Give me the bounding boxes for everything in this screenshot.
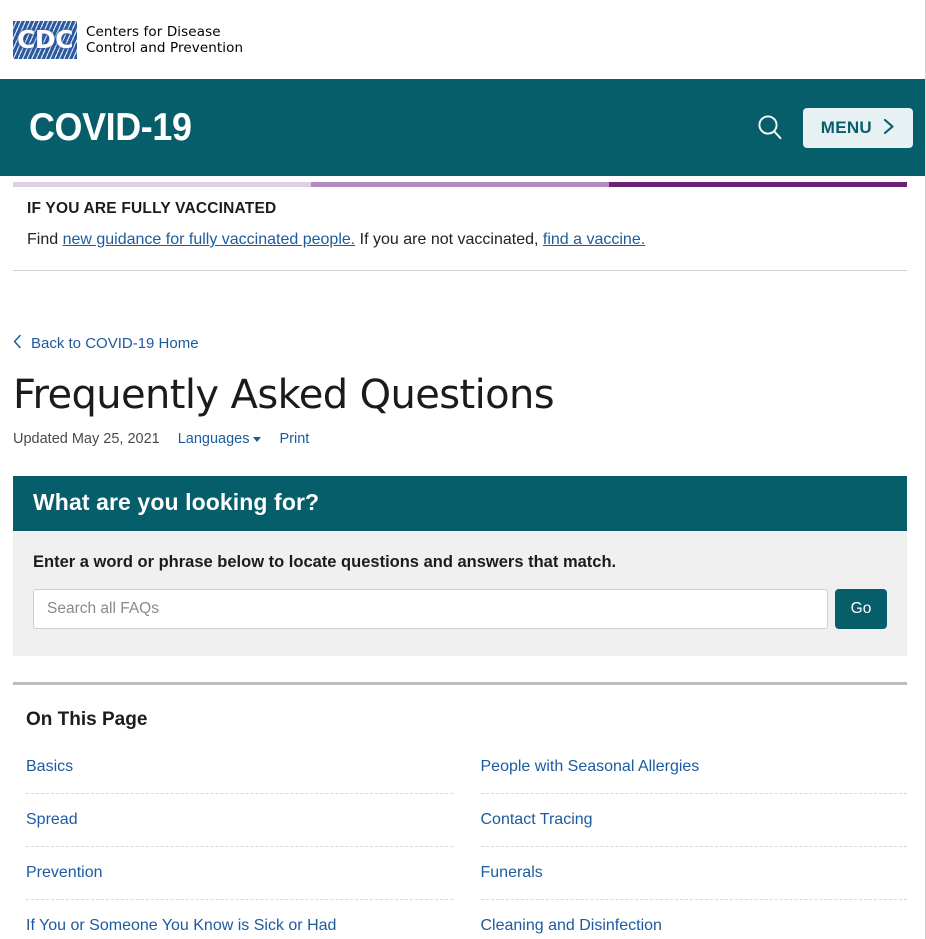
list-item[interactable]: Basics xyxy=(26,741,453,794)
menu-button[interactable]: MENU xyxy=(802,107,913,148)
on-this-page-link[interactable]: Funerals xyxy=(481,864,543,881)
tricolor-segment-3 xyxy=(609,182,907,187)
page-meta-row: Updated May 25, 2021 Languages Print xyxy=(13,431,907,447)
search-panel-instruction: Enter a word or phrase below to locate q… xyxy=(33,553,617,571)
chevron-left-icon xyxy=(13,334,22,352)
on-this-page-link[interactable]: Basics xyxy=(26,758,73,775)
cdc-logo-letters: CDC xyxy=(17,25,73,54)
header-actions: MENU xyxy=(754,107,913,148)
site-title: COVID-19 xyxy=(29,105,192,149)
search-icon[interactable] xyxy=(754,112,786,144)
new-guidance-link[interactable]: new guidance for fully vaccinated people… xyxy=(63,231,356,248)
on-this-page-link[interactable]: Cleaning and Disinfection xyxy=(481,917,662,934)
list-item[interactable]: If You or Someone You Know is Sick or Ha… xyxy=(26,900,453,939)
on-this-page-divider xyxy=(13,682,907,685)
on-this-page-link[interactable]: If You or Someone You Know is Sick or Ha… xyxy=(26,917,336,934)
tricolor-segment-2 xyxy=(311,182,609,187)
search-input[interactable] xyxy=(33,589,828,629)
on-this-page-grid: Basics People with Seasonal Allergies Sp… xyxy=(26,741,907,939)
languages-label: Languages xyxy=(177,431,250,447)
on-this-page-heading: On This Page xyxy=(26,709,148,730)
tricolor-divider xyxy=(13,182,907,187)
page-title: Frequently Asked Questions xyxy=(13,372,555,418)
on-this-page-link[interactable]: Prevention xyxy=(26,864,103,881)
search-panel-body: Enter a word or phrase below to locate q… xyxy=(13,531,907,656)
vaccinated-callout-title: IF YOU ARE FULLY VACCINATED xyxy=(27,200,277,217)
vaccinated-text-before: Find xyxy=(27,231,63,248)
vaccinated-callout: IF YOU ARE FULLY VACCINATED Find new gui… xyxy=(0,187,925,251)
on-this-page-link[interactable]: Spread xyxy=(26,811,78,828)
cdc-logo-mark-icon: CDC xyxy=(13,20,77,59)
list-item[interactable]: Prevention xyxy=(26,847,453,900)
list-item[interactable]: Contact Tracing xyxy=(480,794,907,847)
go-button[interactable]: Go xyxy=(835,589,887,629)
page-root: CDC Centers for Disease Control and Prev… xyxy=(0,0,926,939)
chevron-down-icon xyxy=(253,436,262,442)
vaccinated-callout-body: Find new guidance for fully vaccinated p… xyxy=(27,229,907,251)
cdc-logo-line-2: Control and Prevention xyxy=(86,39,244,56)
callout-divider xyxy=(13,270,907,271)
back-to-covid-home-link[interactable]: Back to COVID-19 Home xyxy=(13,334,199,352)
print-link[interactable]: Print xyxy=(279,431,309,447)
list-item[interactable]: People with Seasonal Allergies xyxy=(480,741,907,794)
on-this-page-link[interactable]: People with Seasonal Allergies xyxy=(481,758,700,775)
on-this-page-link[interactable]: Contact Tracing xyxy=(481,811,593,828)
main-content: Back to COVID-19 Home Frequently Asked Q… xyxy=(0,334,925,448)
cdc-logo-bar: CDC Centers for Disease Control and Prev… xyxy=(0,0,925,79)
menu-button-label: MENU xyxy=(820,117,872,137)
vaccinated-text-middle: If you are not vaccinated, xyxy=(355,231,543,248)
search-panel-heading: What are you looking for? xyxy=(13,476,907,531)
find-a-vaccine-link[interactable]: find a vaccine. xyxy=(543,231,645,248)
languages-dropdown[interactable]: Languages xyxy=(178,431,262,447)
chevron-right-icon xyxy=(883,118,895,138)
cdc-logo-line-1: Centers for Disease xyxy=(86,23,221,40)
tricolor-segment-1 xyxy=(13,182,311,187)
cdc-logo-link[interactable]: CDC Centers for Disease Control and Prev… xyxy=(13,20,243,59)
list-item[interactable]: Cleaning and Disinfection xyxy=(481,900,908,939)
covid-header-bar: COVID-19 MENU xyxy=(0,79,925,176)
search-row: Go xyxy=(33,589,887,629)
cdc-logo-wordmark: Centers for Disease Control and Preventi… xyxy=(86,24,243,56)
back-link-label: Back to COVID-19 Home xyxy=(31,334,199,352)
updated-date: Updated May 25, 2021 xyxy=(13,431,160,447)
list-item[interactable]: Funerals xyxy=(480,847,907,900)
search-panel: What are you looking for? Enter a word o… xyxy=(13,476,907,656)
list-item[interactable]: Spread xyxy=(26,794,453,847)
